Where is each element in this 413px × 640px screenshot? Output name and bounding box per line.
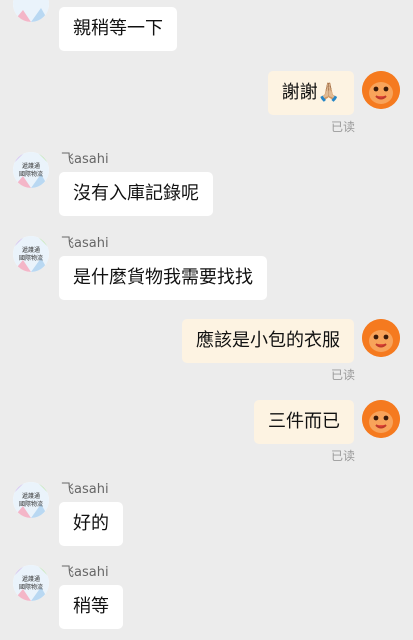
sender-name: 飞asahi [61, 236, 109, 251]
sender-avatar[interactable]: 遞護通 國際物流 [13, 236, 49, 272]
logo-text: 遞護通 [22, 575, 40, 583]
message-bubble[interactable]: 好的 [59, 502, 123, 546]
message-bubble[interactable]: 是什麼貨物我需要找找 [59, 256, 267, 300]
message-bubble[interactable]: 沒有入庫記錄呢 [59, 172, 213, 216]
sender-name: 飞asahi [61, 482, 109, 497]
sender-avatar[interactable]: 遞護通 國際物流 [13, 565, 49, 601]
user-avatar[interactable] [362, 400, 400, 438]
logo-text: 遞護通 [22, 492, 40, 500]
message-bubble-own[interactable]: 謝謝🙏🏼 [267, 71, 354, 115]
sender-avatar[interactable]: 遞護通 國際物流 [13, 482, 49, 518]
logo-text: 國際物流 [19, 254, 43, 262]
read-status: 已读 [330, 368, 355, 382]
message-bubble[interactable]: 稍等 [59, 585, 123, 629]
sender-name: 飞asahi [61, 565, 109, 580]
message-bubble[interactable]: 親稍等一下 [59, 7, 177, 51]
logo-text: 國際物流 [19, 500, 43, 508]
logo-text: 遞護通 [22, 246, 40, 254]
sender-avatar[interactable]: 遞護通 國際物流 [13, 152, 49, 188]
sender-avatar[interactable] [13, 0, 49, 22]
logo-text: 國際物流 [19, 170, 43, 178]
message-bubble-own[interactable]: 應該是小包的衣服 [182, 319, 354, 363]
logo-text: 遞護通 [22, 162, 40, 170]
logo-text: 國際物流 [19, 583, 43, 591]
user-avatar[interactable] [362, 71, 400, 109]
read-status: 已读 [330, 120, 355, 134]
read-status: 已读 [330, 449, 355, 463]
sender-name: 飞asahi [61, 152, 109, 167]
user-avatar[interactable] [362, 319, 400, 357]
message-bubble-own[interactable]: 三件而已 [254, 400, 354, 444]
